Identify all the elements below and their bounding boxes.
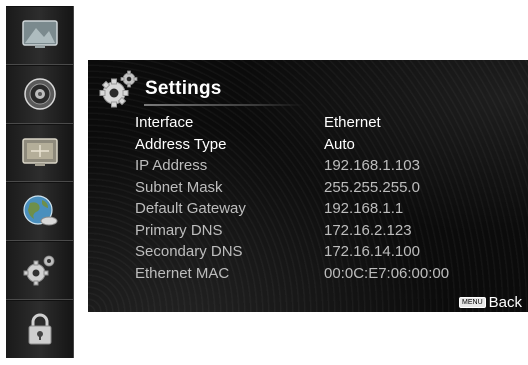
row-label: Secondary DNS bbox=[135, 243, 243, 260]
row-label: Address Type bbox=[135, 135, 227, 153]
screen-adjust-icon bbox=[21, 137, 58, 168]
title-divider bbox=[144, 104, 304, 106]
panel-header: Settings bbox=[88, 60, 528, 112]
row-primary-dns: Primary DNS 172.16.2.123 bbox=[88, 220, 528, 242]
picture-icon bbox=[21, 20, 58, 50]
sidebar-item-network[interactable] bbox=[6, 182, 73, 242]
row-value: 192.168.1.1 bbox=[324, 200, 404, 217]
row-value: 00:0C:E7:06:00:00 bbox=[324, 264, 450, 282]
menu-sidebar bbox=[6, 6, 74, 358]
row-label: Ethernet MAC bbox=[135, 264, 230, 282]
sidebar-item-settings[interactable] bbox=[6, 241, 73, 301]
row-label: Primary DNS bbox=[135, 221, 223, 239]
menu-key-icon: MENU bbox=[459, 297, 486, 308]
row-default-gateway: Default Gateway 192.168.1.1 bbox=[88, 198, 528, 220]
row-ip-address: IP Address 192.168.1.103 bbox=[88, 155, 528, 177]
row-value: 172.16.14.100 bbox=[324, 243, 420, 260]
settings-panel: Settings Interface Ethernet Address Type… bbox=[88, 60, 528, 312]
network-globe-icon bbox=[22, 194, 58, 228]
row-value: Auto bbox=[324, 135, 355, 153]
row-secondary-dns: Secondary DNS 172.16.14.100 bbox=[88, 241, 528, 263]
sidebar-item-screen[interactable] bbox=[6, 124, 73, 183]
sidebar-item-picture[interactable] bbox=[6, 6, 73, 65]
row-label: Subnet Mask bbox=[135, 178, 223, 196]
gears-icon bbox=[98, 70, 140, 113]
row-value: 192.168.1.103 bbox=[324, 157, 420, 174]
row-address-type[interactable]: Address Type Auto bbox=[88, 134, 528, 156]
row-interface[interactable]: Interface Ethernet bbox=[88, 112, 528, 134]
row-ethernet-mac: Ethernet MAC 00:0C:E7:06:00:00 bbox=[88, 263, 528, 285]
network-info-list: Interface Ethernet Address Type Auto IP … bbox=[88, 112, 528, 284]
lock-icon bbox=[25, 312, 55, 346]
row-value: 255.255.255.0 bbox=[324, 178, 420, 196]
back-label: Back bbox=[488, 294, 522, 311]
row-label: IP Address bbox=[135, 157, 208, 174]
row-subnet-mask: Subnet Mask 255.255.255.0 bbox=[88, 177, 528, 199]
settings-gear-icon bbox=[22, 253, 58, 287]
row-value: Ethernet bbox=[324, 114, 381, 131]
row-label: Default Gateway bbox=[135, 200, 246, 217]
row-value: 172.16.2.123 bbox=[324, 221, 412, 239]
back-button[interactable]: MENU Back bbox=[459, 294, 522, 311]
sidebar-item-sound[interactable] bbox=[6, 65, 73, 124]
row-label: Interface bbox=[135, 114, 194, 131]
page-title: Settings bbox=[145, 78, 222, 99]
speaker-icon bbox=[23, 77, 57, 111]
sidebar-item-lock[interactable] bbox=[6, 300, 73, 358]
